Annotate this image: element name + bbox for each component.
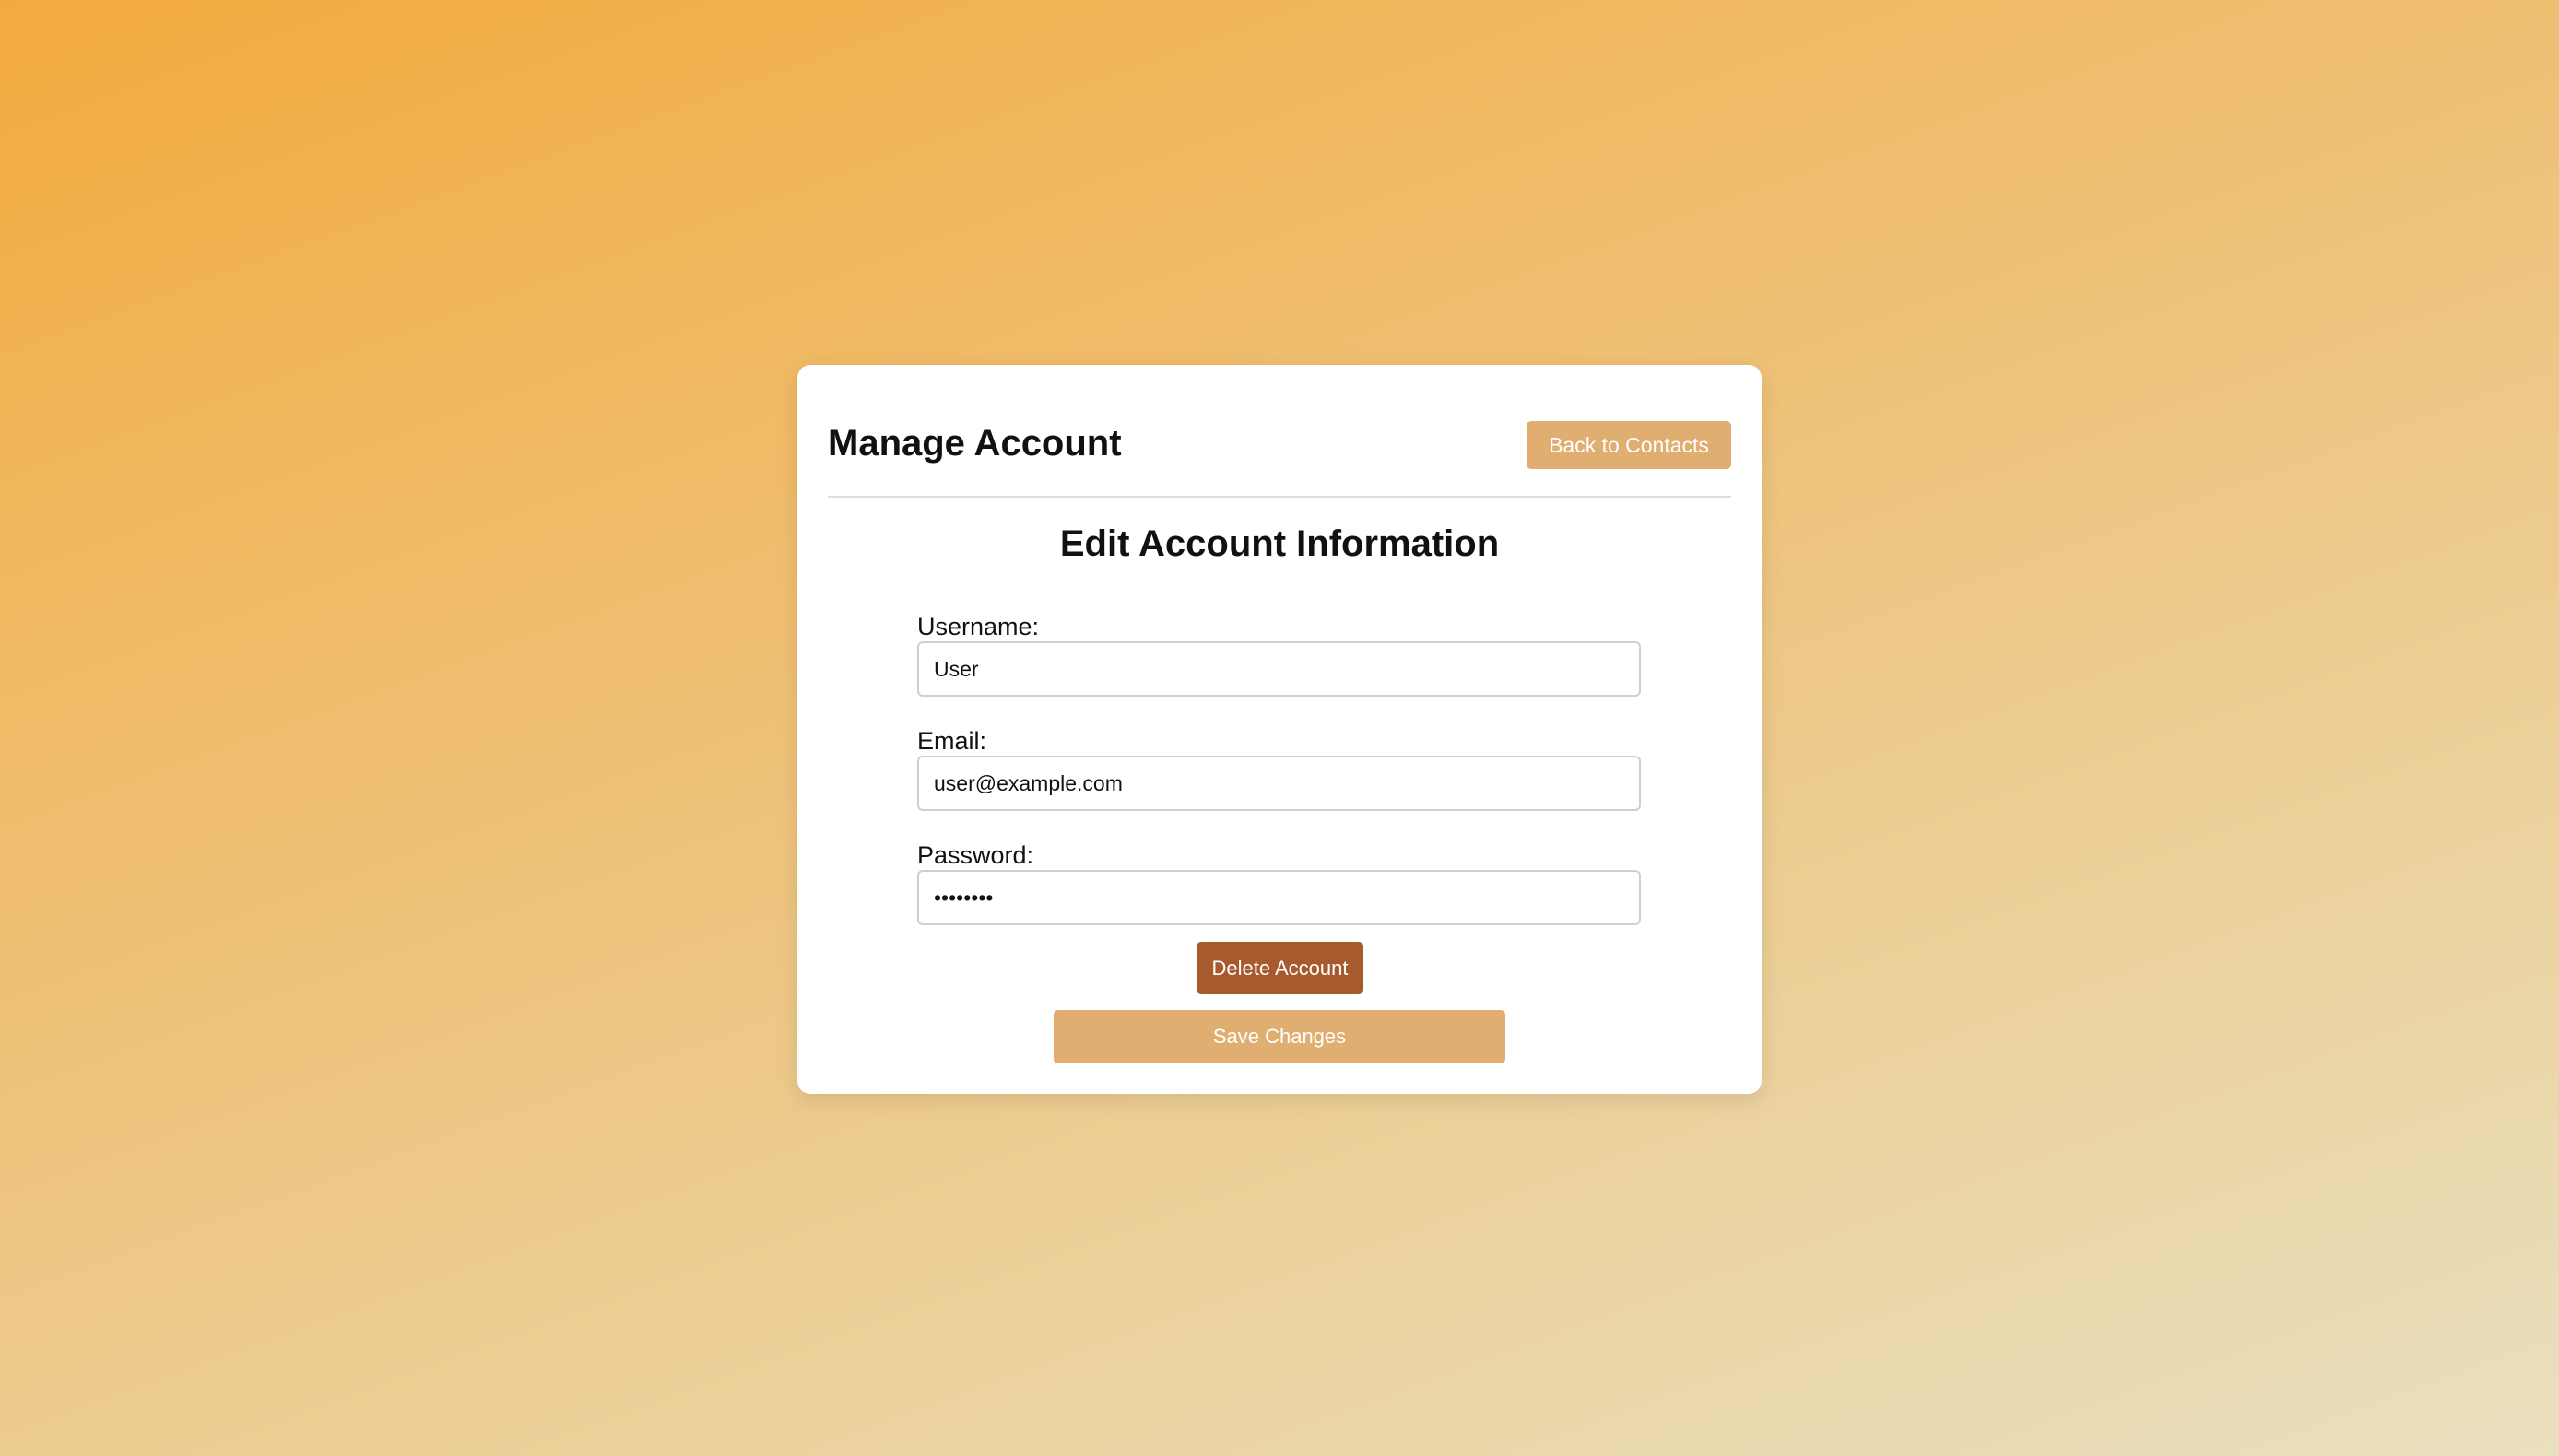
save-changes-button[interactable]: Save Changes <box>1054 1010 1505 1063</box>
page-title: Manage Account <box>828 423 1122 464</box>
email-field-group: Email: <box>917 726 1641 811</box>
email-label: Email: <box>917 727 987 755</box>
account-card: Manage Account Back to Contacts Edit Acc… <box>797 365 1762 1094</box>
email-input[interactable] <box>917 756 1641 811</box>
password-label: Password: <box>917 841 1034 869</box>
username-label: Username: <box>917 613 1040 640</box>
password-field-group: Password: <box>917 840 1641 925</box>
username-field-group: Username: <box>917 612 1641 697</box>
username-input[interactable] <box>917 641 1641 697</box>
password-input[interactable] <box>917 870 1641 925</box>
delete-account-button[interactable]: Delete Account <box>1197 942 1363 994</box>
card-header: Manage Account Back to Contacts <box>828 365 1731 498</box>
back-to-contacts-button[interactable]: Back to Contacts <box>1527 421 1731 469</box>
section-title: Edit Account Information <box>1059 523 1500 564</box>
